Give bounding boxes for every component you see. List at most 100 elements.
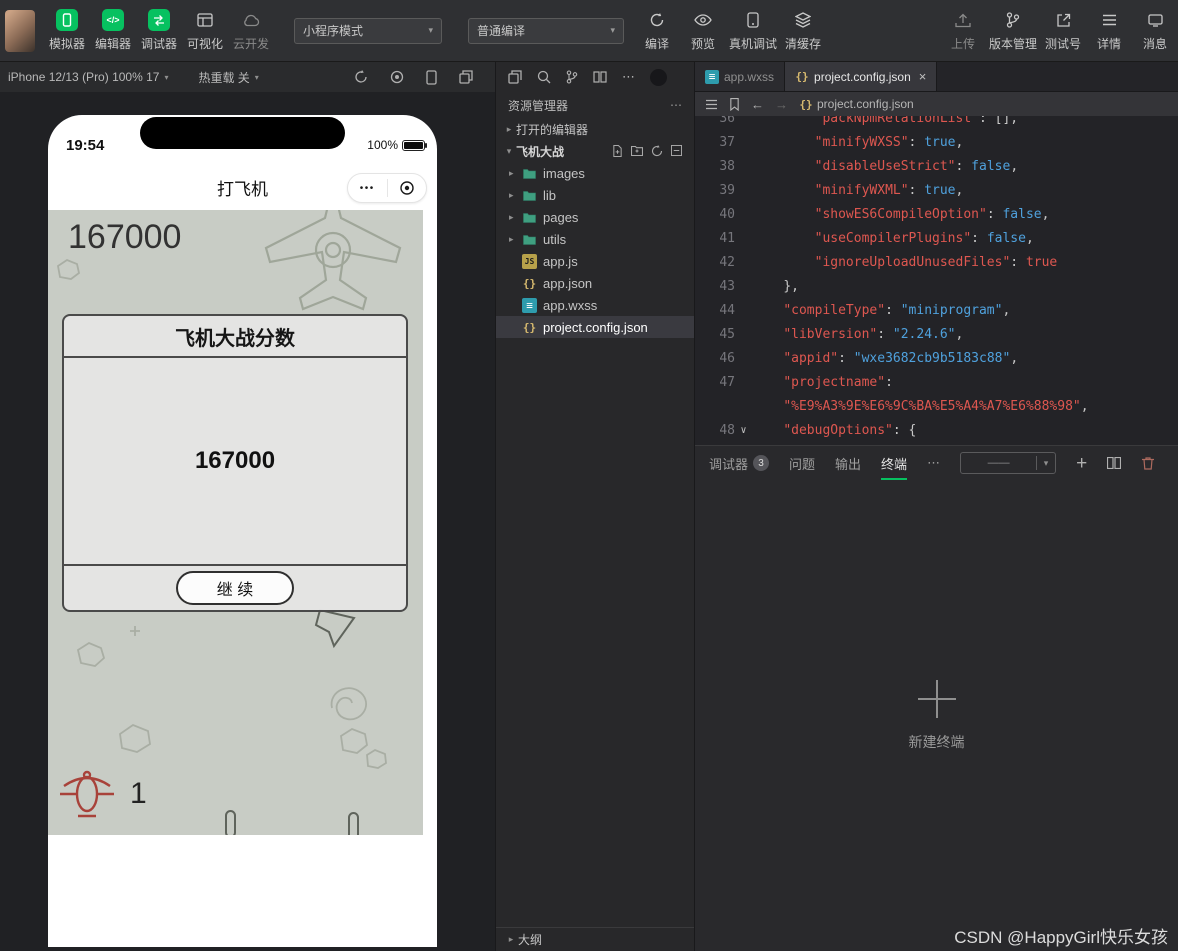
simulator-button[interactable]: 模拟器 [44, 3, 90, 59]
more-icon[interactable]: ⋯ [927, 455, 940, 471]
device-debug-icon [742, 9, 764, 31]
back-arrow-icon[interactable]: ← [751, 97, 764, 112]
test-account-button[interactable]: 测试号 [1040, 3, 1086, 59]
compile-mode-dropdown[interactable]: 普通编译 ▾ [468, 17, 624, 44]
new-terminal-label: 新建终端 [908, 734, 965, 750]
debug-tab-0[interactable]: 调试器 3 [709, 446, 770, 480]
debug-tab-1[interactable]: 问题 [789, 446, 815, 480]
tree-item-pages[interactable]: ▸ pages [496, 206, 694, 228]
breadcrumb-file[interactable]: {} project.config.json [799, 97, 913, 111]
hot-reload-selector[interactable]: 热重载 关 ▾ [198, 69, 258, 86]
tree-item-lib[interactable]: ▸ lib [496, 184, 694, 206]
code-line-46[interactable]: 46 "appid": "wxe3682cb9b5183c88", [695, 347, 1178, 371]
refresh-icon[interactable] [651, 145, 663, 157]
phone-frame-icon[interactable] [426, 69, 437, 85]
caret-down-icon: ▾ [254, 72, 259, 82]
tree-item-app-wxss[interactable]: ≡ app.wxss [496, 294, 694, 316]
tree-item-app-js[interactable]: JS app.js [496, 250, 694, 272]
editor-tab-bar: ≡ app.wxss {} project.config.json × [695, 62, 1178, 92]
code-line-45[interactable]: 45 "libVersion": "2.24.6", [695, 323, 1178, 347]
debug-tab-2[interactable]: 输出 [835, 446, 861, 480]
collapse-all-icon[interactable] [671, 145, 682, 157]
device-selector[interactable]: iPhone 12/13 (Pro) 100% 17 ▾ [0, 70, 168, 84]
code-line-37[interactable]: 37 "minifyWXSS": true, [695, 131, 1178, 155]
messages-icon [1144, 9, 1166, 31]
rotate-icon[interactable] [354, 69, 368, 85]
code-line-wrap[interactable]: "%E9%A3%9E%E6%9C%BA%E5%A4%A7%E6%88%98", [695, 395, 1178, 419]
avatar[interactable] [5, 9, 35, 52]
debug-tab-3[interactable]: 终端 [881, 446, 908, 480]
tab-app-wxss[interactable]: ≡ app.wxss [695, 62, 786, 91]
tab-project-config-json[interactable]: {} project.config.json × [785, 62, 938, 91]
split-terminal-icon[interactable] [1107, 457, 1122, 469]
more-icon[interactable]: ⋯ [670, 98, 682, 112]
clear-cache-button[interactable]: 清缓存 [780, 3, 826, 59]
more-menu-button[interactable]: ••• [348, 183, 387, 194]
record-icon[interactable] [390, 70, 404, 85]
chevron-right-icon: ▸ [508, 934, 514, 944]
tree-item-project-config-json[interactable]: {} project.config.json [496, 316, 694, 338]
tree-item-app-json[interactable]: {} app.json [496, 272, 694, 294]
json-file-icon: {} [795, 70, 809, 83]
new-folder-icon[interactable] [631, 145, 643, 157]
version-control-button[interactable]: 版本管理 [986, 3, 1040, 59]
device-debug-button[interactable]: 真机调试 [726, 3, 780, 59]
code-line-40[interactable]: 40 "showES6CompileOption": false, [695, 203, 1178, 227]
editor-button[interactable]: </> 编辑器 [90, 3, 136, 59]
code-text: "minifyWXML": true, [814, 183, 964, 198]
code-line-43[interactable]: 43 }, [695, 275, 1178, 299]
code-line-36[interactable]: 36 "packNpmRelationList": [], [695, 116, 1178, 131]
more-icon[interactable]: ⋯ [622, 69, 635, 85]
terminal-select[interactable]: —— ▾ [960, 452, 1057, 474]
chevron-right-icon: ▸ [509, 233, 514, 244]
outline-section[interactable]: ▸ 大纲 [496, 927, 694, 951]
trash-icon[interactable] [1141, 456, 1155, 470]
cloud-dev-button[interactable]: 云开发 [228, 3, 274, 59]
project-section[interactable]: ▾ 飞机大战 [496, 140, 694, 162]
game-canvas[interactable]: 167000 飞机大战分数 167000 继 续 1 [48, 210, 423, 835]
search-icon[interactable] [537, 70, 551, 84]
bookmark-icon[interactable] [729, 97, 740, 111]
open-editors-section[interactable]: ▸ 打开的编辑器 [496, 118, 694, 140]
compile-button[interactable]: 编译 [634, 3, 680, 59]
code-line-47[interactable]: 47 "projectname": [695, 371, 1178, 395]
multi-window-icon[interactable] [459, 69, 473, 85]
files-icon[interactable] [508, 70, 522, 84]
code-line-38[interactable]: 38 "disableUseStrict": false, [695, 155, 1178, 179]
new-terminal-plus-icon[interactable] [917, 680, 956, 718]
code-line-42[interactable]: 42 "ignoreUploadUnusedFiles": true [695, 251, 1178, 275]
new-terminal-icon[interactable]: + [1076, 454, 1087, 473]
visualize-button[interactable]: 可视化 [182, 3, 228, 59]
score-display: 167000 [68, 218, 182, 256]
code-editor[interactable]: 36 "packNpmRelationList": [], 37 "minifyW… [695, 116, 1178, 445]
project-actions [612, 145, 688, 157]
upload-button[interactable]: 上传 [940, 3, 986, 59]
list-icon[interactable] [705, 99, 718, 110]
status-bar-time: 19:54 [66, 137, 105, 154]
split-editor-icon[interactable] [593, 71, 607, 83]
new-file-icon[interactable] [612, 145, 623, 157]
mode-dropdown[interactable]: 小程序模式 ▾ [294, 17, 442, 44]
code-line-44[interactable]: 44 "compileType": "miniprogram", [695, 299, 1178, 323]
code-line-48[interactable]: 48 ∨ "debugOptions": { [695, 419, 1178, 443]
forward-arrow-icon[interactable]: → [775, 97, 788, 112]
tree-item-utils[interactable]: ▸ utils [496, 228, 694, 250]
simulator-toolbar-icons [354, 69, 495, 85]
close-capsule-button[interactable] [388, 180, 427, 196]
npm-icon[interactable] [650, 68, 667, 86]
preview-button[interactable]: 预览 [680, 3, 726, 59]
continue-button[interactable]: 继 续 [176, 571, 294, 605]
close-icon[interactable]: × [919, 69, 927, 84]
fold-chevron-icon[interactable]: ∨ [735, 419, 752, 443]
source-control-icon[interactable] [566, 70, 578, 84]
tree-item-images[interactable]: ▸ images [496, 162, 694, 184]
code-line-39[interactable]: 39 "minifyWXML": true, [695, 179, 1178, 203]
code-text: "showES6CompileOption": false, [814, 207, 1050, 222]
lives-count: 1 [130, 777, 147, 810]
debug-tab-label: 调试器 [709, 456, 749, 472]
details-button[interactable]: 详情 [1086, 3, 1132, 59]
debugger-button[interactable]: 调试器 [136, 3, 182, 59]
code-line-41[interactable]: 41 "useCompilerPlugins": false, [695, 227, 1178, 251]
messages-button[interactable]: 消息 [1132, 3, 1178, 59]
